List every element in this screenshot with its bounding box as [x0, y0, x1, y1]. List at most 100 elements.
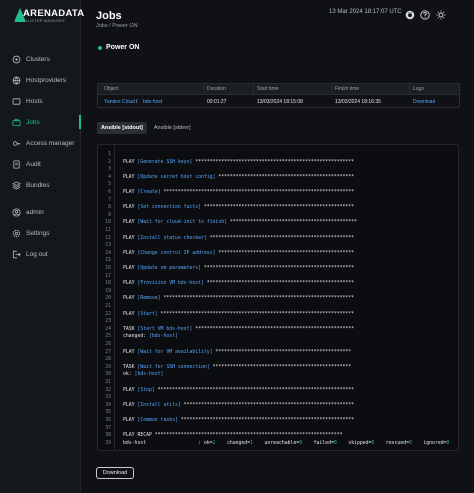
job-name: Power ON: [106, 44, 140, 51]
log-token: unreachable=: [252, 440, 300, 446]
sidebar-item-access-manager[interactable]: Access manager: [0, 134, 81, 152]
log-token: PLAY: [123, 311, 138, 317]
bundles-icon: [12, 180, 21, 190]
line-text: PLAY [Start] ***************************…: [123, 311, 354, 320]
log-token: [Generate SSH keys]: [137, 159, 193, 165]
log-token: [Start]: [137, 311, 158, 317]
sidebar: ARENADATA CLUSTER MANAGER Clusters Hostpr…: [0, 0, 84, 493]
log-token: [Wait for SSH connection]: [137, 364, 210, 370]
line-text: ok: [bds-host]: [123, 371, 163, 380]
log-token: skipped=: [336, 440, 372, 446]
job-duration: 00:01:27: [207, 99, 227, 105]
sidebar-item-bundles[interactable]: Bundles: [0, 176, 81, 194]
log-token: PLAY: [123, 205, 138, 211]
log-token: ignored=: [411, 440, 447, 446]
log-token: ****************************************…: [201, 205, 355, 211]
tab-ansible-stdout[interactable]: Ansible [stdout]: [97, 122, 147, 134]
column-divider: [203, 84, 204, 95]
log-output[interactable]: 1 2 PLAY [Generate SSH keys] *************…: [97, 144, 459, 451]
log-token: PLAY: [123, 250, 138, 256]
log-token: [Change control IP address]: [137, 250, 216, 256]
sidebar-item-label: admin: [26, 208, 44, 216]
log-token: [Set connection facts]: [137, 205, 201, 211]
log-token: PLAY: [123, 235, 138, 241]
logs-download-link[interactable]: Download: [413, 99, 435, 105]
log-token: [Provision VM bds-host]: [137, 281, 204, 287]
log-token: ****************************************…: [226, 220, 357, 226]
column-header-object: Object: [104, 86, 119, 92]
log-token: ****************************************…: [177, 418, 355, 423]
sidebar-item-admin[interactable]: admin: [0, 203, 81, 221]
log-token: PLAY: [123, 220, 138, 226]
log-token: [Stop]: [137, 387, 155, 393]
column-divider: [409, 84, 410, 95]
sidebar-item-label: Access manager: [26, 139, 75, 147]
settings-icon: [12, 229, 21, 238]
log-token: ****************************************…: [154, 387, 355, 393]
log-token: [Wait for cloud-init to finish]: [137, 220, 227, 226]
log-token: [bds-host]: [134, 372, 164, 378]
column-header-start-time: Start time: [257, 86, 279, 92]
hosts-icon: [12, 97, 21, 106]
hostproviders-icon: [12, 76, 21, 85]
theme-toggle-icon[interactable]: [436, 7, 446, 20]
sidebar-item-label: Log out: [26, 250, 48, 258]
log-token: [Install status-checker]: [137, 235, 207, 241]
sidebar-item-label: Hostproviders: [26, 76, 67, 84]
column-header-logs: Logs: [413, 86, 424, 92]
line-text: changed: [bds-host]: [123, 333, 178, 342]
log-token: PLAY: [123, 296, 138, 302]
tab-ansible-stderr[interactable]: Ansible [stderr]: [150, 122, 195, 134]
job-finish-time: 13/03/2024 18:16:35: [335, 99, 381, 105]
github-icon[interactable]: [405, 7, 415, 20]
log-token: ****************************************…: [215, 250, 355, 256]
server-datetime: 13 Mar 2024 18:17:07 UTC: [329, 9, 402, 15]
log-tabs: Ansible [stdout] Ansible [stderr]: [97, 122, 198, 134]
log-token: TASK: [123, 326, 138, 332]
log-token: bds-host : ok=: [123, 440, 213, 446]
log-token: [Create]: [137, 190, 161, 195]
column-header-finish-time: Finish time: [335, 86, 360, 92]
log-token: [Install utils]: [137, 402, 181, 408]
brand-logo[interactable]: ARENADATA CLUSTER MANAGER: [14, 6, 84, 26]
log-token: ****************************************…: [201, 266, 355, 271]
log-token: PLAY: [123, 266, 138, 271]
log-token: ****************************************…: [160, 190, 355, 195]
log-token: [bds-host]: [149, 334, 178, 340]
log-token: ****************************************…: [160, 296, 355, 302]
logout-icon: [12, 250, 21, 259]
sidebar-item-hosts[interactable]: Hosts: [0, 92, 81, 110]
log-token: ****************************************…: [206, 235, 355, 241]
job-details-table: Object Duration Start time Finish time L…: [97, 83, 460, 108]
log-token: ****************************************…: [157, 311, 355, 317]
sidebar-item-jobs[interactable]: Jobs: [0, 113, 81, 131]
sidebar-item-audit[interactable]: Audit: [0, 155, 81, 173]
sidebar-item-settings[interactable]: Settings: [0, 224, 81, 242]
sidebar-item-clusters[interactable]: Clusters: [0, 50, 81, 68]
log-token: rescued=: [374, 440, 409, 446]
job-start-time: 13/03/2024 18:15:08: [257, 99, 303, 105]
clusters-icon: [12, 55, 21, 64]
log-token: ****************************************…: [192, 326, 355, 332]
line-text: PLAY [Create] **************************…: [123, 189, 354, 198]
page-title: Jobs: [96, 10, 122, 22]
sidebar-item-hostproviders[interactable]: Hostproviders: [0, 71, 81, 89]
log-token: changed:: [123, 334, 149, 340]
log-token: ****************************************…: [192, 159, 355, 165]
log-token: failed=: [302, 440, 334, 446]
column-header-duration: Duration: [207, 86, 226, 92]
object-link-cluster[interactable]: Yandex Cloud: [104, 99, 135, 105]
log-token: ****************************************…: [180, 402, 355, 408]
log-token: ****************************************…: [203, 281, 355, 287]
line-text: PLAY [Common tasks] ********************…: [123, 417, 354, 426]
line-text: PLAY [Set connection facts] ************…: [123, 204, 354, 213]
log-token: PLAY: [123, 349, 138, 355]
download-button[interactable]: Download: [96, 467, 134, 479]
line-text: PLAY [Remove] **************************…: [123, 295, 354, 304]
sidebar-item-log-out[interactable]: Log out: [0, 245, 81, 263]
breadcrumb[interactable]: Jobs / Power ON: [96, 23, 138, 29]
help-icon[interactable]: [420, 7, 430, 20]
log-token: PLAY: [123, 402, 138, 408]
sidebar-item-label: Bundles: [26, 181, 50, 189]
object-link-host[interactable]: bds-host: [143, 99, 162, 105]
